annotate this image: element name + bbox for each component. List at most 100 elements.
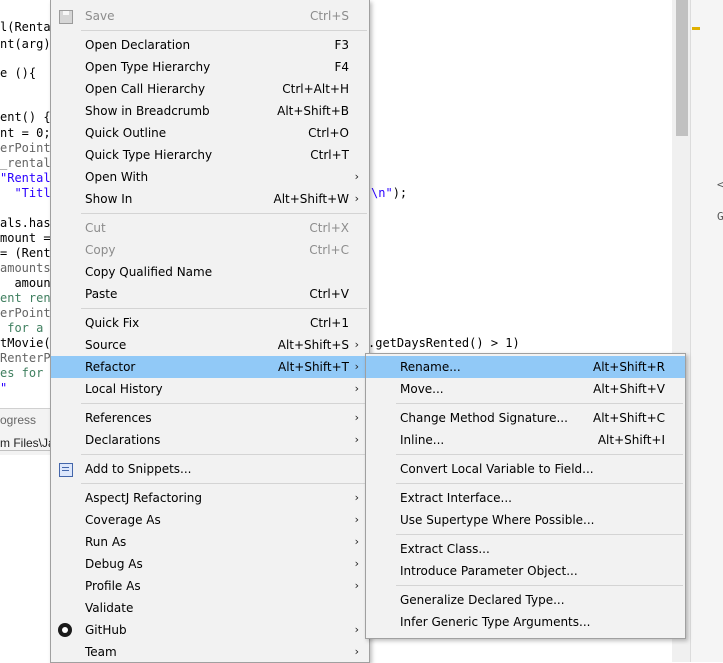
menu-item-coverage-as[interactable]: Coverage As › bbox=[51, 509, 369, 531]
menu-item-validate[interactable]: Validate bbox=[51, 597, 369, 619]
menu-item-label: Paste bbox=[85, 287, 118, 301]
menu-separator bbox=[396, 534, 683, 535]
refactor-item-rename[interactable]: Rename... Alt+Shift+R bbox=[366, 356, 685, 378]
menu-item-shortcut: F4 bbox=[334, 60, 349, 74]
code-token: nt(arg) bbox=[0, 37, 51, 51]
menu-item-save: Save Ctrl+S bbox=[51, 5, 369, 27]
refactor-item-convert-local-variable[interactable]: Convert Local Variable to Field... bbox=[366, 458, 685, 480]
menu-item-shortcut: Ctrl+T bbox=[310, 148, 349, 162]
refactor-item-move[interactable]: Move... Alt+Shift+V bbox=[366, 378, 685, 400]
code-line: ent() { bbox=[0, 110, 51, 124]
refactor-item-use-supertype[interactable]: Use Supertype Where Possible... bbox=[366, 509, 685, 531]
submenu-arrow-icon: › bbox=[354, 579, 359, 592]
menu-item-github[interactable]: GitHub › bbox=[51, 619, 369, 641]
code-token: _rental bbox=[0, 156, 51, 170]
menu-item-label: Rename... bbox=[400, 360, 461, 374]
menu-item-label: Cut bbox=[85, 221, 106, 235]
menu-item-label: Declarations bbox=[85, 433, 161, 447]
code-token: ent() { bbox=[0, 110, 51, 124]
menu-item-team[interactable]: Team › bbox=[51, 641, 369, 663]
submenu-arrow-icon: › bbox=[354, 411, 359, 424]
code-token: .getDaysRented() > 1) bbox=[368, 336, 520, 350]
warning-marker-icon[interactable] bbox=[692, 27, 700, 30]
refactor-item-extract-class[interactable]: Extract Class... bbox=[366, 538, 685, 560]
menu-item-label: Copy Qualified Name bbox=[85, 265, 213, 279]
menu-item-show-in-breadcrumb[interactable]: Show in Breadcrumb Alt+Shift+B bbox=[51, 100, 369, 122]
menu-item-label: Open With bbox=[85, 170, 149, 184]
menu-separator bbox=[81, 454, 367, 455]
menu-separator bbox=[81, 308, 367, 309]
menu-item-open-type-hierarchy[interactable]: Open Type Hierarchy F4 bbox=[51, 56, 369, 78]
menu-item-shortcut: Alt+Shift+S bbox=[277, 338, 349, 352]
refactor-item-introduce-parameter-object[interactable]: Introduce Parameter Object... bbox=[366, 560, 685, 582]
menu-item-local-history[interactable]: Local History › bbox=[51, 378, 369, 400]
menu-item-label: Generalize Declared Type... bbox=[400, 593, 565, 607]
code-token: amounts bbox=[0, 261, 51, 275]
menu-item-open-call-hierarchy[interactable]: Open Call Hierarchy Ctrl+Alt+H bbox=[51, 78, 369, 100]
refactor-item-generalize-declared-type[interactable]: Generalize Declared Type... bbox=[366, 589, 685, 611]
menu-item-shortcut: Ctrl+V bbox=[309, 287, 349, 301]
code-token: e (){ bbox=[0, 66, 37, 80]
menu-item-label: Open Type Hierarchy bbox=[85, 60, 211, 74]
menu-item-source[interactable]: Source Alt+Shift+S › bbox=[51, 334, 369, 356]
submenu-arrow-icon: › bbox=[354, 360, 359, 373]
menu-separator bbox=[396, 454, 683, 455]
overview-ruler-glyph[interactable]: < bbox=[717, 178, 723, 191]
editor-scrollbar-thumb[interactable] bbox=[676, 0, 688, 136]
refactor-item-inline[interactable]: Inline... Alt+Shift+I bbox=[366, 429, 685, 451]
menu-item-quick-type-hierarchy[interactable]: Quick Type Hierarchy Ctrl+T bbox=[51, 144, 369, 166]
progress-tab[interactable]: ogress bbox=[0, 413, 36, 427]
code-line: for a bbox=[0, 321, 51, 335]
menu-item-shortcut: Alt+Shift+C bbox=[592, 411, 665, 425]
submenu-arrow-icon: › bbox=[354, 557, 359, 570]
code-token: for a bbox=[0, 321, 51, 335]
submenu-arrow-icon: › bbox=[354, 491, 359, 504]
menu-item-label: Quick Fix bbox=[85, 316, 140, 330]
code-token: als.has bbox=[0, 216, 51, 230]
menu-item-debug-as[interactable]: Debug As › bbox=[51, 553, 369, 575]
refactor-item-extract-interface[interactable]: Extract Interface... bbox=[366, 487, 685, 509]
menu-item-quick-fix[interactable]: Quick Fix Ctrl+1 bbox=[51, 312, 369, 334]
menu-item-shortcut: Alt+Shift+R bbox=[593, 360, 665, 374]
menu-item-label: Show In bbox=[85, 192, 133, 206]
overview-ruler-glyph[interactable]: G bbox=[717, 210, 723, 223]
code-token: ); bbox=[392, 186, 408, 200]
code-line: nt(arg) bbox=[0, 37, 51, 51]
save-icon bbox=[57, 8, 73, 24]
menu-item-copy-qualified-name[interactable]: Copy Qualified Name bbox=[51, 261, 369, 283]
menu-item-refactor[interactable]: Refactor Alt+Shift+T › bbox=[51, 356, 369, 378]
menu-item-open-with[interactable]: Open With › bbox=[51, 166, 369, 188]
menu-item-label: Inline... bbox=[400, 433, 445, 447]
github-icon bbox=[57, 622, 73, 638]
submenu-arrow-icon: › bbox=[354, 170, 359, 183]
refactor-item-change-method-signature[interactable]: Change Method Signature... Alt+Shift+C bbox=[366, 407, 685, 429]
menu-item-shortcut: Ctrl+1 bbox=[309, 316, 349, 330]
menu-item-label: Extract Interface... bbox=[400, 491, 512, 505]
menu-item-references[interactable]: References › bbox=[51, 407, 369, 429]
menu-item-quick-outline[interactable]: Quick Outline Ctrl+O bbox=[51, 122, 369, 144]
code-token: erPoint bbox=[0, 141, 51, 155]
menu-item-add-to-snippets[interactable]: Add to Snippets... bbox=[51, 458, 369, 480]
menu-item-shortcut: Alt+Shift+W bbox=[273, 192, 350, 206]
menu-item-declarations[interactable]: Declarations › bbox=[51, 429, 369, 451]
refactor-item-infer-generic-type-arguments[interactable]: Infer Generic Type Arguments... bbox=[366, 611, 685, 633]
menu-item-label: AspectJ Refactoring bbox=[85, 491, 203, 505]
menu-item-label: Introduce Parameter Object... bbox=[400, 564, 578, 578]
menu-item-cut: Cut Ctrl+X bbox=[51, 217, 369, 239]
menu-separator bbox=[81, 403, 367, 404]
menu-item-label: Save bbox=[85, 9, 115, 23]
submenu-arrow-icon: › bbox=[354, 338, 359, 351]
menu-item-label: Debug As bbox=[85, 557, 143, 571]
code-token: es for bbox=[0, 366, 51, 380]
menu-separator bbox=[396, 403, 683, 404]
menu-item-run-as[interactable]: Run As › bbox=[51, 531, 369, 553]
code-line: = (Rent bbox=[0, 246, 51, 260]
menu-item-paste[interactable]: Paste Ctrl+V bbox=[51, 283, 369, 305]
menu-item-label: Copy bbox=[85, 243, 116, 257]
menu-item-profile-as[interactable]: Profile As › bbox=[51, 575, 369, 597]
code-line: es for bbox=[0, 366, 51, 380]
menu-item-open-declaration[interactable]: Open Declaration F3 bbox=[51, 34, 369, 56]
menu-item-aspectj-refactoring[interactable]: AspectJ Refactoring › bbox=[51, 487, 369, 509]
code-token: "Rental bbox=[0, 171, 51, 185]
menu-item-show-in[interactable]: Show In Alt+Shift+W › bbox=[51, 188, 369, 210]
